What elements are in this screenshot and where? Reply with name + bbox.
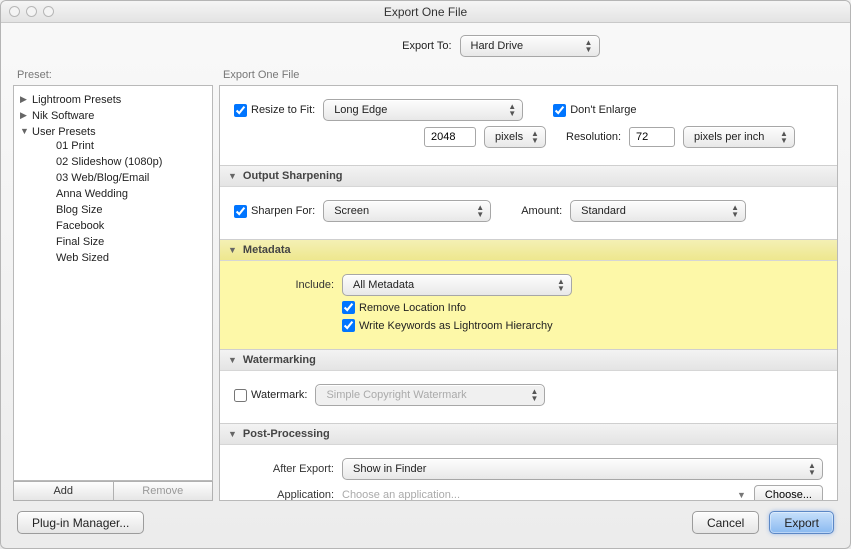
resize-to-fit-label: Resize to Fit: [251, 104, 315, 116]
resize-mode-select[interactable]: Long Edge ▲▼ [323, 99, 523, 121]
preset-item[interactable]: Web Sized [50, 250, 204, 266]
preset-group-user[interactable]: User Presets 01 Print 02 Slideshow (1080… [18, 124, 208, 268]
preset-item[interactable]: Anna Wedding [50, 186, 204, 202]
resolution-unit-select[interactable]: pixels per inch ▲▼ [683, 126, 795, 148]
include-label: Include: [234, 279, 334, 291]
amount-label: Amount: [521, 205, 562, 217]
sharpen-for-checkbox[interactable]: Sharpen For: [234, 205, 315, 218]
resize-to-fit-checkbox[interactable]: Resize to Fit: [234, 104, 315, 117]
export-button[interactable]: Export [769, 511, 834, 534]
disclosure-triangle-icon: ▼ [228, 245, 237, 255]
choose-application-button[interactable]: Choose... [754, 485, 823, 501]
write-keywords-checkbox[interactable]: Write Keywords as Lightroom Hierarchy [342, 319, 553, 332]
size-unit-select[interactable]: pixels ▲▼ [484, 126, 546, 148]
select-arrows-icon: ▲▼ [476, 204, 486, 218]
preset-item[interactable]: 01 Print [50, 138, 204, 154]
export-to-label: Export To: [252, 40, 452, 52]
select-arrows-icon: ▲▼ [531, 130, 541, 144]
right-heading: Export One File [219, 67, 838, 85]
export-to-value: Hard Drive [471, 40, 524, 52]
add-preset-button[interactable]: Add [13, 481, 114, 501]
preset-item[interactable]: Blog Size [50, 202, 204, 218]
preset-list: Lightroom Presets Nik Software User Pres… [13, 85, 213, 481]
remove-location-checkbox[interactable]: Remove Location Info [342, 301, 466, 314]
after-export-select[interactable]: Show in Finder ▲▼ [342, 458, 823, 480]
select-arrows-icon: ▲▼ [557, 278, 567, 292]
remove-preset-button[interactable]: Remove [114, 481, 214, 501]
select-arrows-icon: ▲▼ [780, 130, 790, 144]
preset-item[interactable]: Final Size [50, 234, 204, 250]
titlebar: Export One File [1, 1, 850, 23]
select-arrows-icon: ▲▼ [508, 103, 518, 117]
window-title: Export One File [1, 5, 850, 19]
application-placeholder: Choose an application... [342, 489, 729, 501]
select-arrows-icon: ▲▼ [530, 388, 540, 402]
dont-enlarge-label: Don't Enlarge [570, 104, 636, 116]
export-to-select[interactable]: Hard Drive ▲▼ [460, 35, 600, 57]
section-post-processing[interactable]: ▼Post-Processing [220, 424, 837, 445]
plugin-manager-button[interactable]: Plug-in Manager... [17, 511, 144, 534]
sharpen-amount-select[interactable]: Standard ▲▼ [570, 200, 746, 222]
sharpen-for-select[interactable]: Screen ▲▼ [323, 200, 491, 222]
resolution-label: Resolution: [566, 131, 621, 143]
cancel-button[interactable]: Cancel [692, 511, 759, 534]
metadata-include-select[interactable]: All Metadata ▲▼ [342, 274, 572, 296]
after-export-label: After Export: [234, 463, 334, 475]
watermark-checkbox[interactable]: Watermark: [234, 389, 307, 402]
section-output-sharpening[interactable]: ▼Output Sharpening [220, 166, 837, 187]
application-label: Application: [234, 489, 334, 501]
watermark-select[interactable]: Simple Copyright Watermark ▲▼ [315, 384, 545, 406]
resolution-input[interactable] [629, 127, 675, 147]
preset-heading: Preset: [13, 67, 213, 85]
dont-enlarge-checkbox[interactable]: Don't Enlarge [553, 104, 636, 117]
recent-apps-menu-icon[interactable]: ▼ [737, 490, 746, 500]
disclosure-triangle-icon: ▼ [228, 171, 237, 181]
section-watermarking[interactable]: ▼Watermarking [220, 350, 837, 371]
preset-group-lightroom[interactable]: Lightroom Presets [18, 92, 208, 108]
disclosure-triangle-icon: ▼ [228, 429, 237, 439]
select-arrows-icon: ▲▼ [585, 39, 595, 53]
preset-item[interactable]: Facebook [50, 218, 204, 234]
select-arrows-icon: ▲▼ [808, 462, 818, 476]
preset-item[interactable]: 03 Web/Blog/Email [50, 170, 204, 186]
preset-group-nik[interactable]: Nik Software [18, 108, 208, 124]
select-arrows-icon: ▲▼ [731, 204, 741, 218]
size-value-input[interactable] [424, 127, 476, 147]
preset-item[interactable]: 02 Slideshow (1080p) [50, 154, 204, 170]
section-metadata[interactable]: ▼Metadata [220, 240, 837, 261]
disclosure-triangle-icon: ▼ [228, 355, 237, 365]
